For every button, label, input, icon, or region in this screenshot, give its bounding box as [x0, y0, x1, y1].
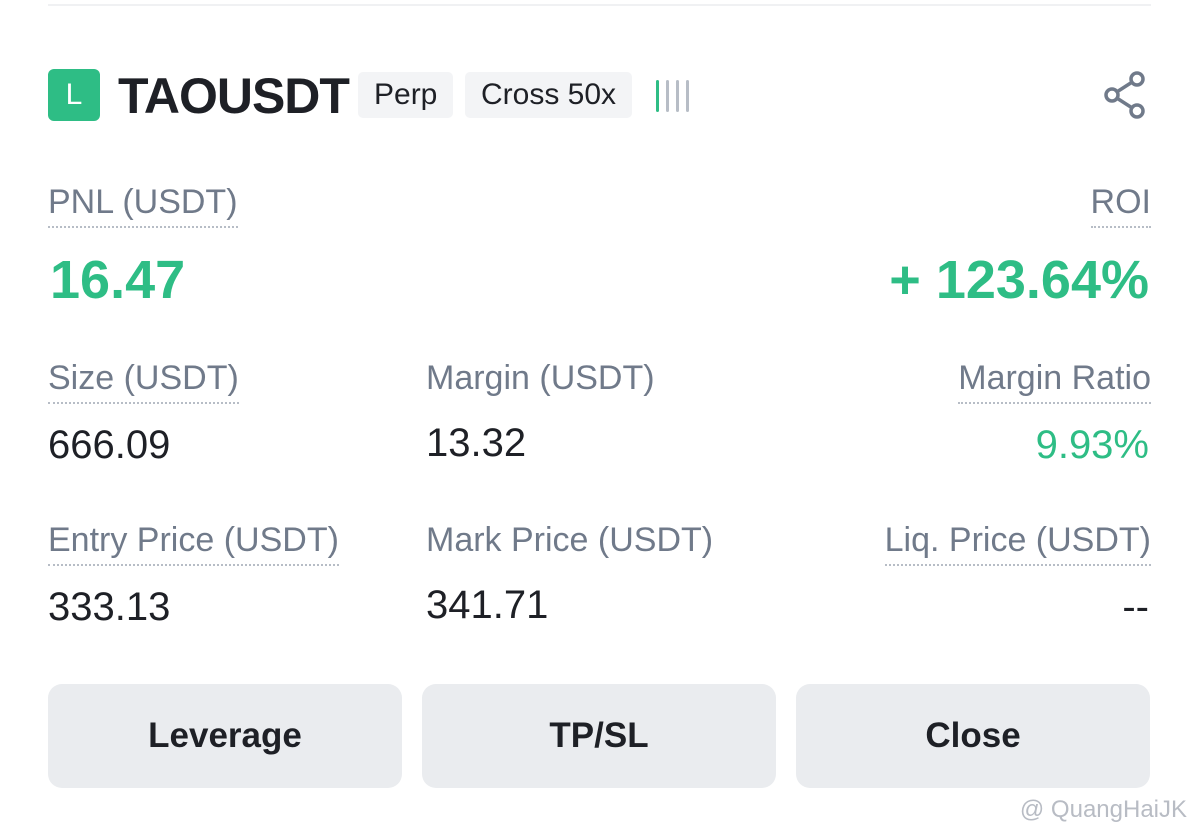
margin-ratio-label[interactable]: Margin Ratio — [958, 356, 1151, 404]
size-value: 666.09 — [48, 423, 171, 467]
pnl-label[interactable]: PNL (USDT) — [48, 180, 238, 228]
long-side-badge: L — [48, 69, 100, 121]
position-header: L TAOUSDT Perp Cross 50x — [48, 68, 1150, 126]
liq-price-value: -- — [1122, 585, 1149, 629]
leverage-button[interactable]: Leverage — [48, 684, 402, 788]
roi-label[interactable]: ROI — [1090, 180, 1151, 228]
pnl-value: 16.47 — [50, 250, 186, 310]
margin-label: Margin (USDT) — [426, 359, 655, 397]
entry-price-label[interactable]: Entry Price (USDT) — [48, 518, 339, 566]
size-label[interactable]: Size (USDT) — [48, 356, 239, 404]
contract-type-tag: Perp — [358, 72, 454, 118]
liq-price-label[interactable]: Liq. Price (USDT) — [884, 518, 1151, 566]
share-icon[interactable] — [1102, 70, 1150, 120]
close-position-button[interactable]: Close — [796, 684, 1150, 788]
margin-ratio-value: 9.93% — [1035, 423, 1149, 467]
margin-mode-tag[interactable]: Cross 50x — [465, 72, 633, 118]
mark-price-label: Mark Price (USDT) — [426, 521, 714, 559]
margin-value: 13.32 — [426, 421, 527, 465]
roi-value: + 123.64% — [889, 250, 1149, 310]
top-divider — [48, 4, 1151, 6]
symbol-title[interactable]: TAOUSDT — [118, 68, 350, 124]
tpsl-button[interactable]: TP/SL — [422, 684, 776, 788]
mark-price-value: 341.71 — [426, 583, 549, 627]
entry-price-value: 333.13 — [48, 585, 171, 629]
watermark-text: @ QuangHaiJK — [1019, 796, 1187, 823]
signal-bars-icon — [656, 80, 696, 112]
